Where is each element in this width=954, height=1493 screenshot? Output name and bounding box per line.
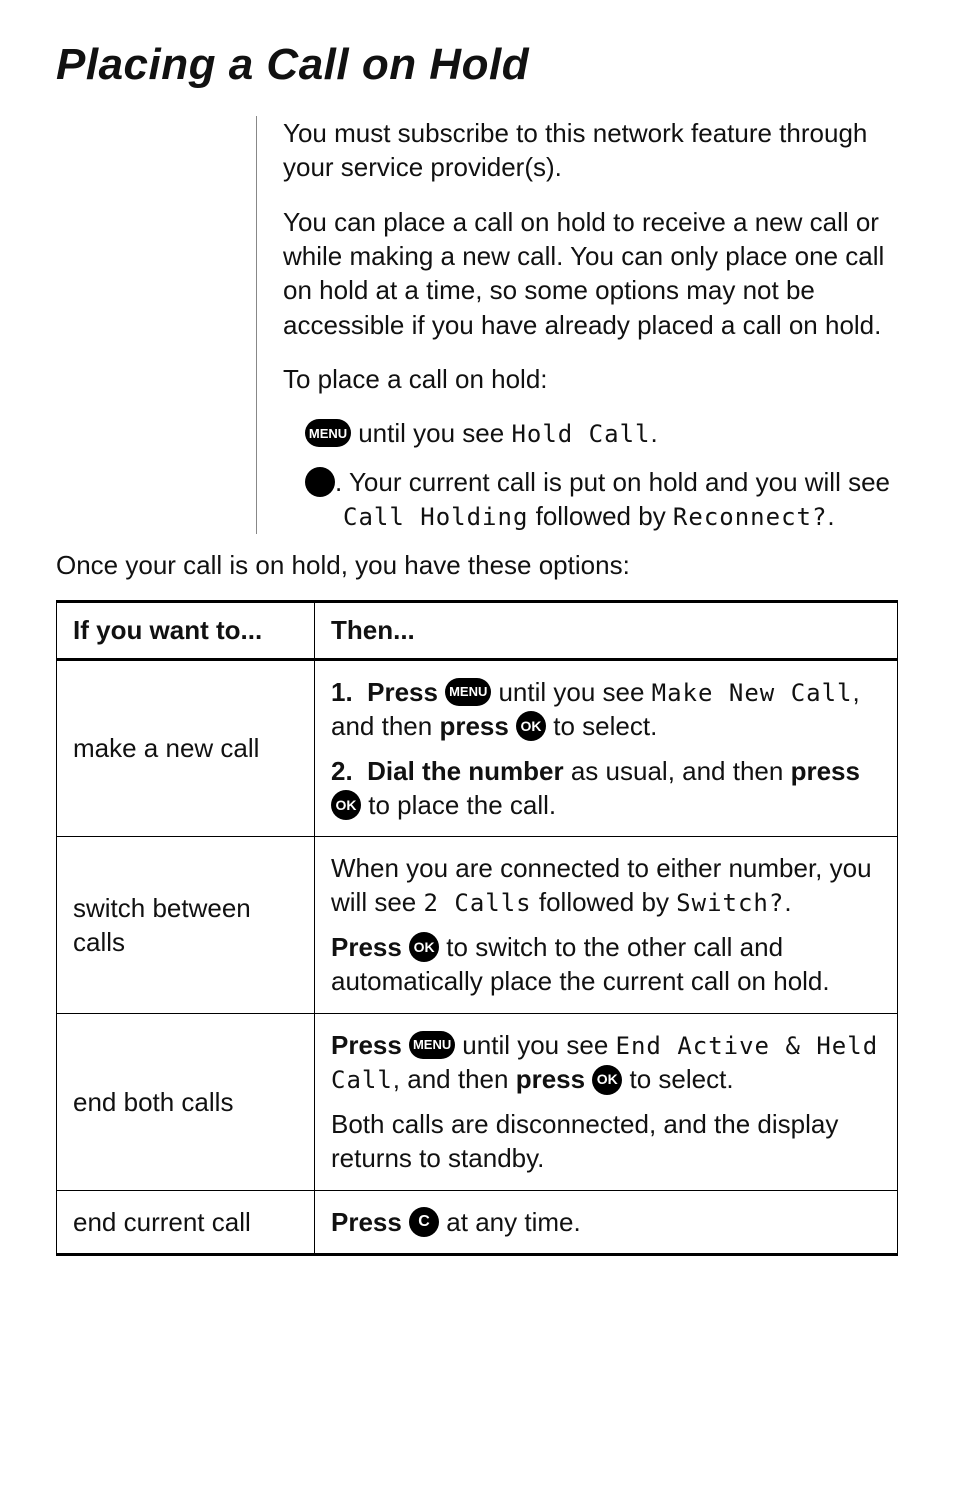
- post-steps-paragraph: Once your call is on hold, you have thes…: [56, 548, 898, 582]
- step-text: until you see: [351, 418, 511, 448]
- ok-key-icon: OK: [592, 1065, 622, 1095]
- table-header-right: Then...: [315, 602, 898, 659]
- step-number: 1.: [331, 677, 367, 707]
- cell-paragraph: Press OK to switch to the other call and…: [331, 930, 881, 999]
- step-text: until you see: [455, 1030, 615, 1060]
- table-row: make a new call 1. Press MENU until you …: [57, 659, 898, 837]
- table-cell-right: 1. Press MENU until you see Make New Cal…: [315, 659, 898, 837]
- press-label: Press: [331, 932, 409, 962]
- cell-paragraph: Press MENU until you see End Active & He…: [331, 1028, 881, 1097]
- cell-paragraph: Both calls are disconnected, and the dis…: [331, 1107, 881, 1176]
- ok-key-icon: OK: [516, 711, 546, 741]
- ok-key-icon: OK: [331, 790, 361, 820]
- step-number: 2.: [331, 756, 367, 786]
- menu-key-icon: MENU: [445, 678, 491, 706]
- lcd-text-call-holding: Call Holding: [343, 503, 528, 531]
- step-text: to select.: [546, 711, 657, 741]
- lcd-text-reconnect: Reconnect?: [673, 503, 828, 531]
- intro-paragraph-3: To place a call on hold:: [283, 362, 898, 396]
- table-cell-left: make a new call: [57, 659, 315, 837]
- press-label: Press: [331, 1030, 409, 1060]
- press-label: press: [791, 756, 860, 786]
- dial-number-label: Dial the number: [367, 756, 563, 786]
- intro-paragraph-1: You must subscribe to this network featu…: [283, 116, 898, 185]
- step-text: to select.: [622, 1064, 733, 1094]
- table-cell-left: switch between calls: [57, 837, 315, 1014]
- lcd-text-make-new-call: Make New Call: [652, 679, 853, 707]
- section-title: Placing a Call on Hold: [56, 36, 898, 94]
- press-label: press: [516, 1064, 593, 1094]
- step-text: followed by: [528, 501, 673, 531]
- table-header-left: If you want to...: [57, 602, 315, 659]
- step-text: .: [827, 501, 834, 531]
- page: Placing a Call on Hold You must subscrib…: [0, 0, 954, 1493]
- hold-step-2: OK. Your current call is put on hold and…: [305, 465, 898, 534]
- step-text: to place the call.: [361, 790, 556, 820]
- lcd-text-switch: Switch?: [676, 889, 784, 917]
- step-text: at any time.: [439, 1207, 581, 1237]
- hold-steps: MENU until you see Hold Call. OK. Your c…: [305, 416, 898, 534]
- lcd-text-2-calls: 2 Calls: [423, 889, 531, 917]
- ok-key-icon: OK: [409, 932, 439, 962]
- ok-key-icon: OK: [305, 467, 335, 497]
- step-text: . Your current call is put on hold and y…: [335, 467, 890, 497]
- table-header-row: If you want to... Then...: [57, 602, 898, 659]
- press-label: Press: [331, 1207, 409, 1237]
- table-cell-left: end current call: [57, 1190, 315, 1254]
- step-text: until you see: [491, 677, 651, 707]
- step-text: followed by: [532, 887, 677, 917]
- c-key-icon: C: [409, 1207, 439, 1237]
- step-text: .: [784, 887, 791, 917]
- menu-key-icon: MENU: [409, 1031, 455, 1059]
- press-label: Press: [367, 677, 445, 707]
- table-row: switch between calls When you are connec…: [57, 837, 898, 1014]
- step-text: as usual, and then: [564, 756, 791, 786]
- hold-step-1: MENU until you see Hold Call.: [305, 416, 898, 451]
- press-label: press: [439, 711, 516, 741]
- menu-key-icon: MENU: [305, 419, 351, 447]
- table-cell-right: Press MENU until you see End Active & He…: [315, 1013, 898, 1190]
- numbered-step-2: 2. Dial the number as usual, and then pr…: [331, 754, 881, 823]
- table-cell-right: When you are connected to either number,…: [315, 837, 898, 1014]
- step-text: , and then: [393, 1064, 516, 1094]
- table-cell-left: end both calls: [57, 1013, 315, 1190]
- table-row: end both calls Press MENU until you see …: [57, 1013, 898, 1190]
- cell-paragraph: When you are connected to either number,…: [331, 851, 881, 920]
- step-text: .: [650, 418, 657, 448]
- options-table: If you want to... Then... make a new cal…: [56, 600, 898, 1256]
- intro-paragraph-2: You can place a call on hold to receive …: [283, 205, 898, 342]
- table-row: end current call Press C at any time.: [57, 1190, 898, 1254]
- table-cell-right: Press C at any time.: [315, 1190, 898, 1254]
- intro-block: You must subscribe to this network featu…: [256, 116, 898, 534]
- lcd-text-hold-call: Hold Call: [511, 420, 650, 448]
- numbered-step-1: 1. Press MENU until you see Make New Cal…: [331, 675, 881, 744]
